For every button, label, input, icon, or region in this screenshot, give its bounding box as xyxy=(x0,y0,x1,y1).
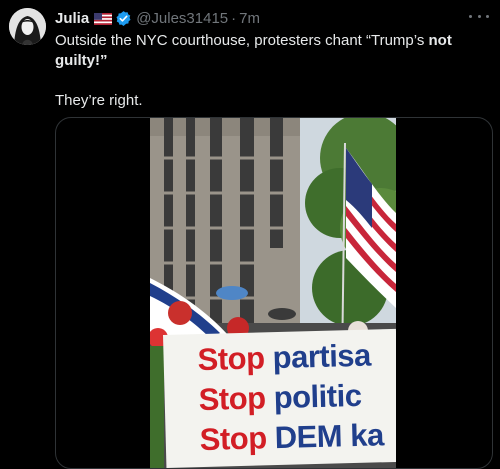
tweet-text-end: !” xyxy=(95,52,108,69)
tweet-header: Julia @Jules31415 · 7m xyxy=(55,8,260,28)
separator: · xyxy=(231,9,237,27)
banner-line-3: Stop DEM ka xyxy=(199,417,385,458)
avatar[interactable] xyxy=(9,8,46,45)
video-thumbnail[interactable]: Stop partisa Stop politic Stop DEM ka xyxy=(150,118,396,468)
tweet-text-plain: Outside the NYC courthouse, protesters c… xyxy=(55,32,429,49)
us-flag-icon xyxy=(94,12,113,25)
tweet-paragraph-2: They’re right. xyxy=(55,92,143,109)
tweet-paragraph-1: Outside the NYC courthouse, protesters c… xyxy=(55,31,465,71)
timestamp[interactable]: 7m xyxy=(239,10,260,27)
verified-badge-icon[interactable] xyxy=(115,10,132,27)
author-name[interactable]: Julia xyxy=(55,10,89,27)
banner-line-2: Stop politic xyxy=(198,377,362,418)
media-container[interactable]: Stop partisa Stop politic Stop DEM ka xyxy=(55,117,493,469)
tweet-text: Outside the NYC courthouse, protesters c… xyxy=(55,31,465,111)
author-handle[interactable]: @Jules31415 xyxy=(136,10,228,27)
banner-line-1: Stop partisa xyxy=(197,337,372,378)
tweet: Julia @Jules31415 · 7m Outside the NYC c… xyxy=(0,0,500,469)
protest-banner: Stop partisa Stop politic Stop DEM ka xyxy=(163,328,396,468)
more-options-icon[interactable] xyxy=(469,8,489,24)
